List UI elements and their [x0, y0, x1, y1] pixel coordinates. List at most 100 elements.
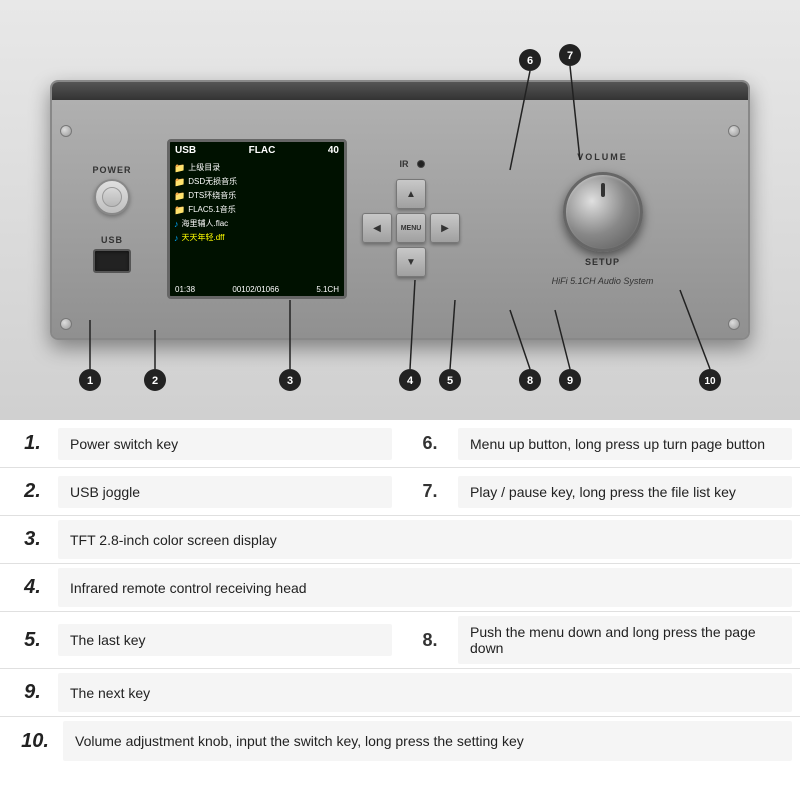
ir-label: IR [400, 159, 409, 169]
ann-right-5: 8. Push the menu down and long press the… [400, 612, 800, 668]
annotation-row-3: 3. TFT 2.8-inch color screen display [0, 516, 800, 564]
ann-text-3: TFT 2.8-inch color screen display [58, 520, 792, 559]
music-icon-5: ♪ [174, 217, 179, 231]
annotation-row-7: 10. Volume adjustment knob, input the sw… [0, 717, 800, 765]
svg-text:3: 3 [287, 375, 293, 387]
display-item-text-6: 天天年轻.dff [182, 231, 225, 245]
ann-rtext-5: Push the menu down and long press the pa… [458, 616, 792, 664]
ann-right-1: 6. Menu up button, long press up turn pa… [400, 420, 800, 467]
nav-empty-tr [430, 179, 460, 209]
display-item-3: 📁 DTS环绕音乐 [174, 189, 340, 203]
device-body: POWER USB USB FLAC 40 [52, 100, 748, 338]
ann-text-1: Power switch key [58, 428, 392, 460]
display-time: 01:38 [175, 285, 195, 294]
screw-br [728, 318, 740, 330]
display-track: 00102/01066 [232, 285, 279, 294]
device-chassis: POWER USB USB FLAC 40 [50, 80, 750, 340]
power-button-inner [102, 187, 122, 207]
left-controls: POWER USB [72, 165, 152, 273]
display-item-text-1: 上级目录 [188, 161, 220, 175]
ann-left-5: 5. The last key [0, 612, 400, 668]
display-usb-label: USB [175, 145, 196, 156]
svg-text:5: 5 [447, 375, 453, 387]
svg-text:10: 10 [704, 376, 716, 387]
setup-label: SETUP [585, 257, 620, 267]
music-icon-6: ♪ [174, 231, 179, 245]
nav-right-button[interactable]: ▶ [430, 213, 460, 243]
ann-text-4: Infrared remote control receiving head [58, 568, 792, 607]
display-item-text-4: FLAC5.1音乐 [188, 203, 236, 217]
display-header: USB FLAC 40 [170, 142, 344, 159]
folder-icon-4: 📁 [174, 203, 185, 217]
ann-rnum-2: 7. [400, 481, 450, 502]
nav-empty-tl [362, 179, 392, 209]
two-col-row-1: 1. Power switch key 6. Menu up button, l… [0, 420, 800, 467]
nav-left-button[interactable]: ◀ [362, 213, 392, 243]
display-screen: USB FLAC 40 📁 上级目录 📁 DSD无损音乐 [167, 139, 347, 299]
display-file-list: 📁 上级目录 📁 DSD无损音乐 📁 DTS环绕音乐 📁 [170, 159, 344, 247]
ann-rtext-2: Play / pause key, long press the file li… [458, 476, 792, 508]
power-label: POWER [92, 165, 131, 175]
svg-text:1: 1 [87, 375, 93, 387]
two-col-row-2: 2. USB joggle 7. Play / pause key, long … [0, 468, 800, 515]
svg-text:8: 8 [527, 375, 533, 387]
ann-rtext-1: Menu up button, long press up turn page … [458, 428, 792, 460]
power-button[interactable] [94, 179, 130, 215]
volume-label: VOLUME [577, 152, 628, 162]
annotation-row-6: 9. The next key [0, 669, 800, 717]
screw-bl [60, 318, 72, 330]
annotations-section: 1. Power switch key 6. Menu up button, l… [0, 420, 800, 765]
ann-num-3: 3. [0, 516, 50, 563]
volume-knob[interactable] [563, 172, 643, 252]
screw-tl [60, 125, 72, 137]
display-item-text-2: DSD无损音乐 [188, 175, 237, 189]
ann-text-2: USB joggle [58, 476, 392, 508]
display-channel: 5.1CH [316, 285, 339, 294]
display-item-6: ♪ 天天年轻.dff [174, 231, 340, 245]
ann-num-10: 10. [0, 717, 55, 765]
svg-text:9: 9 [567, 375, 573, 387]
ann-num-2: 2. [0, 480, 50, 503]
annotation-row-5: 5. The last key 8. Push the menu down an… [0, 612, 800, 669]
power-section: POWER [92, 165, 131, 215]
two-col-row-5: 5. The last key 8. Push the menu down an… [0, 612, 800, 668]
nav-empty-br [430, 247, 460, 277]
folder-icon-3: 📁 [174, 189, 185, 203]
svg-text:4: 4 [407, 375, 414, 387]
device-area: POWER USB USB FLAC 40 [0, 0, 800, 420]
svg-text:2: 2 [152, 375, 158, 387]
menu-label: MENU [401, 225, 422, 232]
ann-rnum-1: 6. [400, 433, 450, 454]
display-num-label: 40 [328, 145, 339, 156]
usb-port[interactable] [93, 249, 131, 273]
ann-text-5: The last key [58, 624, 392, 656]
svg-text:7: 7 [567, 50, 573, 62]
display-flac-label: FLAC [249, 145, 276, 156]
nav-up-button[interactable]: ▲ [396, 179, 426, 209]
ann-left-2: 2. USB joggle [0, 468, 400, 515]
folder-icon-2: 📁 [174, 175, 185, 189]
ir-row: IR [400, 159, 425, 169]
display-item-1: 📁 上级目录 [174, 161, 340, 175]
folder-icon-1: 📁 [174, 161, 185, 175]
nav-cross: ▲ ◀ MENU ▶ ▼ [362, 179, 462, 279]
ann-num-9: 9. [0, 669, 50, 716]
usb-label: USB [101, 235, 123, 245]
ann-text-10: Volume adjustment knob, input the switch… [63, 721, 792, 761]
display-item-2: 📁 DSD无损音乐 [174, 175, 340, 189]
screw-tr [728, 125, 740, 137]
ann-left-1: 1. Power switch key [0, 420, 400, 467]
nav-empty-bl [362, 247, 392, 277]
nav-down-button[interactable]: ▼ [396, 247, 426, 277]
usb-section: USB [93, 235, 131, 273]
display-item-5: ♪ 海里辅人.flac [174, 217, 340, 231]
device-wrapper: POWER USB USB FLAC 40 [0, 0, 800, 765]
ann-rnum-5: 8. [400, 630, 450, 651]
hifi-label: HiFi 5.1CH Audio System [552, 276, 654, 286]
ir-receiver [417, 160, 425, 168]
display-item-4: 📁 FLAC5.1音乐 [174, 203, 340, 217]
ann-num-1: 1. [0, 432, 50, 455]
display-item-text-3: DTS环绕音乐 [188, 189, 236, 203]
ann-right-2: 7. Play / pause key, long press the file… [400, 468, 800, 515]
nav-menu-button[interactable]: MENU [396, 213, 426, 243]
